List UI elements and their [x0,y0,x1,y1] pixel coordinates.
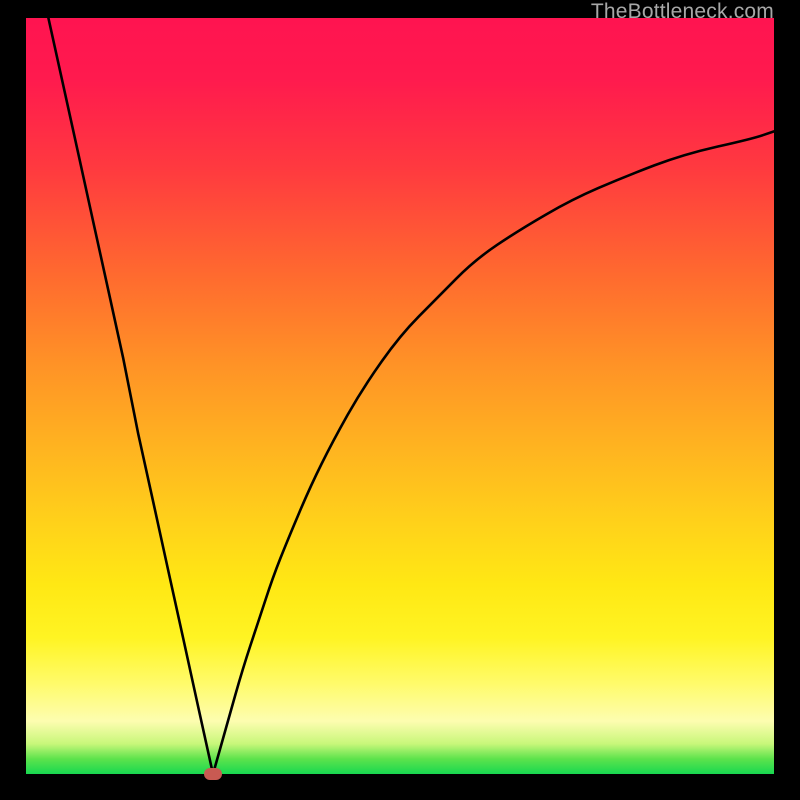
watermark-text: TheBottleneck.com [591,0,774,24]
chart-container: TheBottleneck.com [0,0,800,800]
vertex-marker [204,768,222,780]
curve-svg [26,18,774,774]
curve-left-branch [48,18,213,774]
curve-right-branch [213,131,774,774]
plot-area [26,18,774,774]
